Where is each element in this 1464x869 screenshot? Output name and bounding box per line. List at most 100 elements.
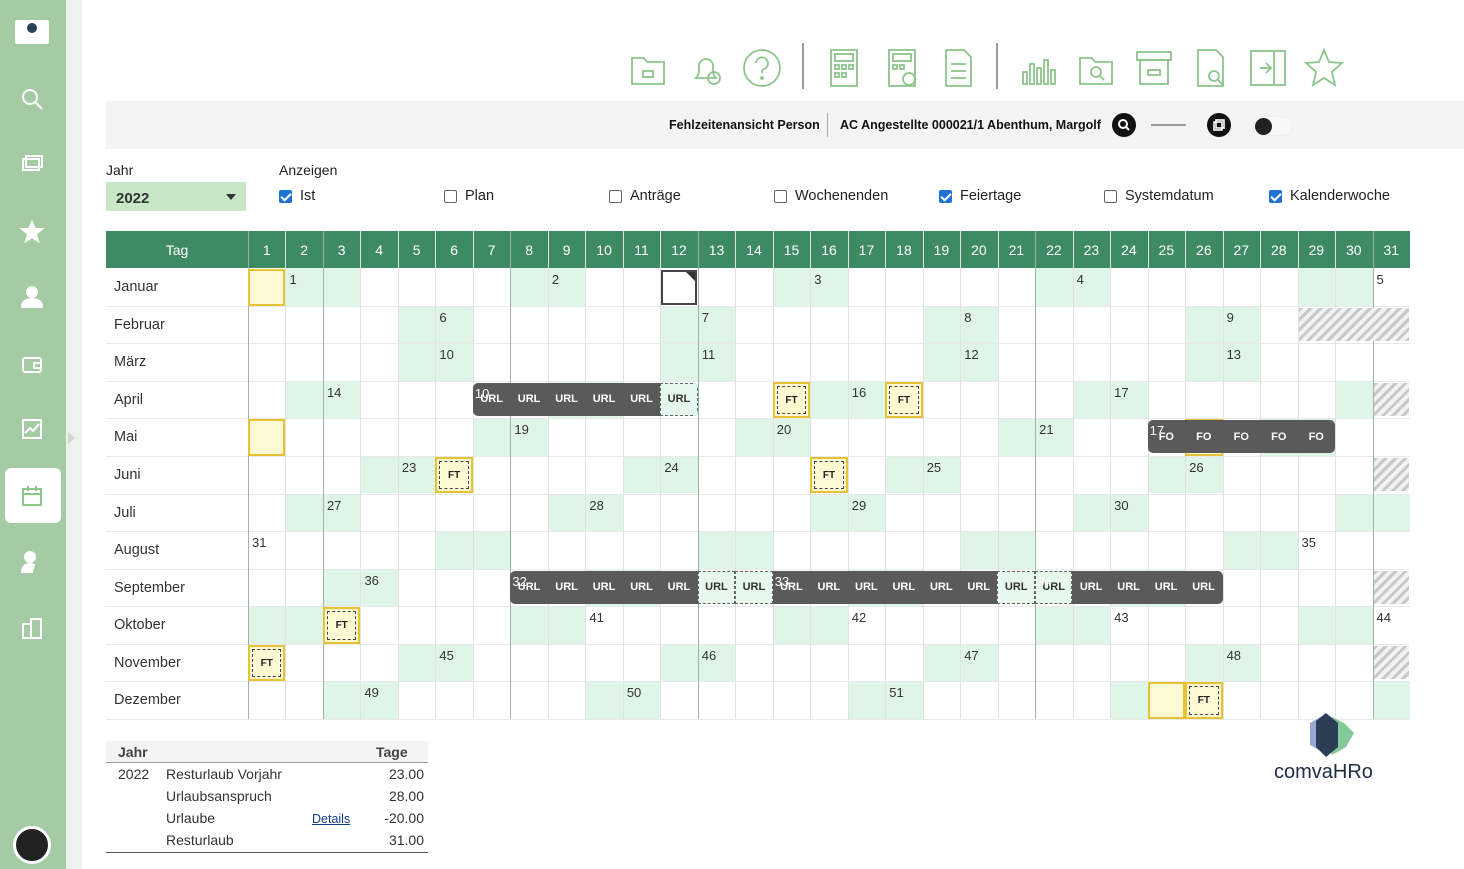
calendar-icon[interactable]: [18, 482, 46, 510]
bell-add-icon[interactable]: [684, 46, 728, 90]
calculator-icon[interactable]: [822, 46, 866, 90]
checkbox-plan[interactable]: Plan: [444, 188, 494, 204]
absence-day[interactable]: URL: [1185, 571, 1222, 604]
details-link[interactable]: Details: [312, 812, 350, 826]
row-separator: [106, 719, 1410, 720]
folder-search-icon[interactable]: [1074, 46, 1118, 90]
week-number: 42: [851, 610, 867, 626]
holiday-cell[interactable]: FT: [248, 644, 286, 682]
holiday-cell[interactable]: FT: [810, 456, 848, 494]
year-select[interactable]: 2022: [106, 182, 246, 211]
absence-day[interactable]: URL: [623, 571, 660, 604]
absence-day[interactable]: URL: [585, 383, 622, 416]
show-label: Anzeigen: [279, 162, 338, 178]
absence-day[interactable]: URL: [548, 571, 585, 604]
summary-row: Urlaube Details -20.00: [106, 807, 428, 829]
highlighted-day-cell[interactable]: [248, 269, 286, 306]
chart-icon[interactable]: [18, 415, 46, 443]
summary-header: Jahr Tage: [106, 741, 428, 763]
document-icon[interactable]: [936, 46, 980, 90]
summary-bottom-rule: [106, 852, 428, 853]
absence-day[interactable]: URL: [997, 570, 1035, 604]
checkbox-wochenenden-box[interactable]: [774, 189, 787, 203]
absence-day[interactable]: URL: [735, 570, 773, 604]
person-search-button[interactable]: [1112, 113, 1136, 137]
statistics-icon[interactable]: [1016, 46, 1060, 90]
highlighted-day-cell[interactable]: [1147, 682, 1186, 719]
absence-day[interactable]: URL: [810, 571, 847, 604]
absence-day[interactable]: URL: [960, 571, 997, 604]
absence-bar[interactable]: FO FO FO FO FO 17: [1147, 420, 1336, 454]
checkbox-ist[interactable]: Ist: [279, 188, 315, 204]
holiday-label: FT: [335, 620, 348, 632]
absence-day[interactable]: URL: [623, 383, 660, 416]
checkbox-systemdatum-label: Systemdatum: [1125, 188, 1214, 204]
holiday-cell[interactable]: FT: [772, 381, 811, 419]
absence-day[interactable]: URL: [923, 571, 960, 604]
wallet-icon[interactable]: [18, 350, 46, 378]
user-settings-icon[interactable]: [18, 548, 46, 576]
absence-day[interactable]: FO: [1185, 420, 1222, 453]
archive-icon[interactable]: [1132, 46, 1176, 90]
absence-day[interactable]: FO: [1260, 420, 1297, 453]
brand-name: comvaHRo: [1274, 761, 1373, 783]
checkbox-plan-box[interactable]: [444, 189, 457, 203]
help-icon[interactable]: [740, 46, 784, 90]
chevron-right-icon[interactable]: [68, 432, 75, 444]
search-icon[interactable]: [18, 85, 46, 113]
summary-row: Resturlaub 31.00: [106, 829, 428, 851]
week-number: 44: [1376, 610, 1391, 626]
calculator-clock-icon[interactable]: [880, 46, 924, 90]
week-number: 25: [926, 459, 942, 475]
highlighted-day-cell[interactable]: [248, 419, 286, 456]
payroll-icon[interactable]: [18, 150, 46, 178]
absence-bar[interactable]: URL URL URL URL URL URL 10: [472, 382, 698, 416]
absence-day[interactable]: URL: [510, 383, 547, 416]
avatar[interactable]: [13, 826, 51, 864]
checkbox-wochenenden[interactable]: Wochenenden: [774, 188, 888, 204]
week-number: 17: [1149, 423, 1165, 439]
absence-day[interactable]: URL: [697, 570, 736, 604]
absence-bar[interactable]: URL URL URL URL URL URL URL URL URL URL URL URL URL U…: [510, 570, 1223, 604]
absence-day[interactable]: URL: [1147, 571, 1184, 604]
summary-col-days: Tage: [376, 744, 408, 760]
absence-day[interactable]: URL: [848, 571, 885, 604]
year-select-value: 2022: [116, 190, 150, 207]
toolbar-separator: [996, 43, 998, 89]
absence-day[interactable]: URL: [1072, 571, 1109, 604]
absence-day[interactable]: URL: [1110, 571, 1147, 604]
checkbox-feiertage[interactable]: Feiertage: [939, 188, 1021, 204]
checkbox-ist-box[interactable]: [279, 189, 292, 203]
checkbox-feiertage-box[interactable]: [939, 189, 952, 203]
favorites-icon[interactable]: [18, 218, 46, 246]
buildings-icon[interactable]: [18, 614, 46, 642]
absence-day[interactable]: URL: [660, 571, 697, 604]
app-logo[interactable]: [15, 20, 49, 44]
checkbox-antraege-box[interactable]: [609, 189, 622, 203]
absence-day[interactable]: URL: [660, 382, 698, 416]
absence-day[interactable]: URL: [885, 571, 922, 604]
absence-day[interactable]: FO: [1297, 420, 1334, 453]
holiday-cell[interactable]: FT: [322, 607, 361, 644]
absence-day[interactable]: FO: [1223, 420, 1260, 453]
today-cell[interactable]: [661, 270, 697, 305]
holiday-cell[interactable]: FT: [1185, 682, 1223, 719]
exit-icon[interactable]: [1246, 46, 1290, 90]
summary-row-value: 28.00: [388, 788, 424, 804]
view-toggle[interactable]: [1253, 116, 1293, 136]
holiday-cell[interactable]: FT: [885, 381, 923, 419]
absence-day[interactable]: URL: [548, 383, 585, 416]
copy-button[interactable]: [1207, 113, 1231, 137]
absence-calendar: Tag 1 2 3 4 5 6 7 8 9 10 11 12 13 14 15 16 17 18 19 20 21 22 23…: [106, 231, 1410, 720]
folder-icon[interactable]: [626, 46, 670, 90]
holiday-cell[interactable]: FT: [435, 456, 473, 494]
checkbox-antraege[interactable]: Anträge: [609, 188, 681, 204]
person-icon[interactable]: [18, 283, 46, 311]
checkbox-systemdatum[interactable]: Systemdatum: [1104, 188, 1214, 204]
star-icon[interactable]: [1302, 46, 1346, 90]
checkbox-kalenderwoche-box[interactable]: [1269, 189, 1282, 203]
absence-day[interactable]: URL: [585, 571, 622, 604]
document-search-icon[interactable]: [1188, 46, 1232, 90]
checkbox-systemdatum-box[interactable]: [1104, 189, 1117, 203]
checkbox-kalenderwoche[interactable]: Kalenderwoche: [1269, 188, 1390, 204]
